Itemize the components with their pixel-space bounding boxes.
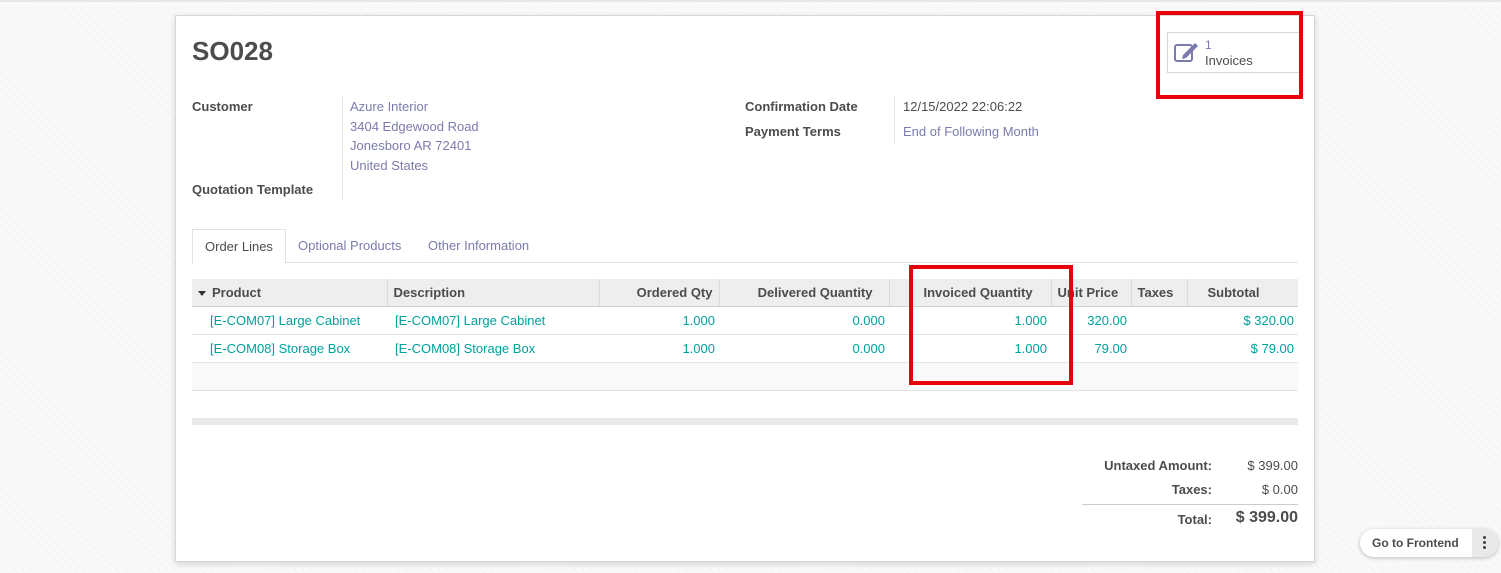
column-header-ordered-qty[interactable]: Ordered Qty	[598, 279, 719, 307]
notebook-tabs: Order Lines Optional Products Other Info…	[192, 229, 1298, 264]
vertical-dots-icon	[1483, 536, 1486, 551]
table-row[interactable]: [E-COM07] Large Cabinet [E-COM07] Large …	[192, 306, 1298, 335]
taxes-value: $ 0.00	[1261, 482, 1298, 497]
confirmation-date-value: 12/15/2022 22:06:22	[903, 99, 1023, 114]
quotation-template-label: Quotation Template	[192, 182, 314, 197]
order-lines-table: Product Description Ordered Qty Delivere…	[192, 279, 1298, 391]
tab-order-lines[interactable]: Order Lines	[192, 229, 286, 264]
empty-cell	[192, 362, 1298, 391]
untaxed-amount-value: $ 399.00	[1247, 458, 1298, 473]
frontend-widget: Go to Frontend	[1360, 529, 1498, 557]
table-row-empty	[192, 362, 1298, 391]
description-cell[interactable]: [E-COM07] Large Cabinet	[387, 306, 599, 335]
table-footer-bar	[192, 418, 1298, 425]
totals-divider	[1082, 504, 1298, 505]
highlight-box-invoices	[1156, 11, 1303, 99]
taxes-cell[interactable]	[1131, 306, 1187, 335]
go-to-frontend-button[interactable]: Go to Frontend	[1372, 536, 1459, 550]
column-header-delivered-quantity[interactable]: Delivered Quantity	[718, 279, 889, 307]
column-header-description[interactable]: Description	[386, 279, 599, 307]
customer-name-link[interactable]: Azure Interior	[350, 99, 428, 114]
customer-country: United States	[350, 158, 429, 173]
highlight-box-invoiced-quantity	[909, 265, 1073, 385]
field-separator	[894, 96, 895, 144]
column-header-label: Product	[212, 285, 262, 300]
table-row[interactable]: [E-COM08] Storage Box [E-COM08] Storage …	[192, 334, 1298, 363]
more-options-button[interactable]	[1472, 529, 1498, 557]
top-border	[0, 0, 1501, 2]
description-cell[interactable]: [E-COM08] Storage Box	[387, 334, 599, 363]
column-header-subtotal[interactable]: Subtotal	[1186, 279, 1298, 307]
column-header-product[interactable]: Product	[192, 279, 387, 307]
payment-terms-link[interactable]: End of Following Month	[903, 124, 1039, 139]
ordered-qty-cell[interactable]: 1.000	[599, 334, 719, 363]
column-header-taxes[interactable]: Taxes	[1130, 279, 1187, 307]
tab-other-information[interactable]: Other Information	[416, 229, 541, 262]
totals-summary: Untaxed Amount: $ 399.00 Taxes: $ 0.00 T…	[1078, 456, 1298, 540]
subtotal-cell: $ 79.00	[1187, 334, 1298, 363]
ordered-qty-cell[interactable]: 1.000	[599, 306, 719, 335]
taxes-label: Taxes:	[1171, 482, 1212, 497]
total-value: $ 399.00	[1235, 509, 1298, 526]
tab-optional-products[interactable]: Optional Products	[286, 229, 413, 262]
field-separator	[342, 96, 343, 200]
table-header-row: Product Description Ordered Qty Delivere…	[192, 279, 1298, 307]
customer-label: Customer	[192, 99, 253, 114]
customer-street: 3404 Edgewood Road	[350, 119, 479, 134]
product-cell[interactable]: [E-COM07] Large Cabinet	[192, 306, 387, 335]
product-cell[interactable]: [E-COM08] Storage Box	[192, 334, 387, 363]
taxes-cell[interactable]	[1131, 334, 1187, 363]
untaxed-amount-label: Untaxed Amount:	[1104, 458, 1212, 473]
caret-down-icon[interactable]	[198, 291, 206, 297]
customer-city: Jonesboro AR 72401	[350, 138, 472, 153]
total-label: Total:	[1177, 512, 1212, 527]
page-title: SO028	[192, 36, 273, 66]
form-sheet: SO028 1 Invoices Customer Azure Interior…	[175, 15, 1315, 562]
delivered-qty-cell[interactable]: 0.000	[719, 334, 889, 363]
delivered-qty-cell[interactable]: 0.000	[719, 306, 889, 335]
subtotal-cell: $ 320.00	[1187, 306, 1298, 335]
payment-terms-label: Payment Terms	[745, 124, 841, 139]
confirmation-date-label: Confirmation Date	[745, 99, 858, 114]
